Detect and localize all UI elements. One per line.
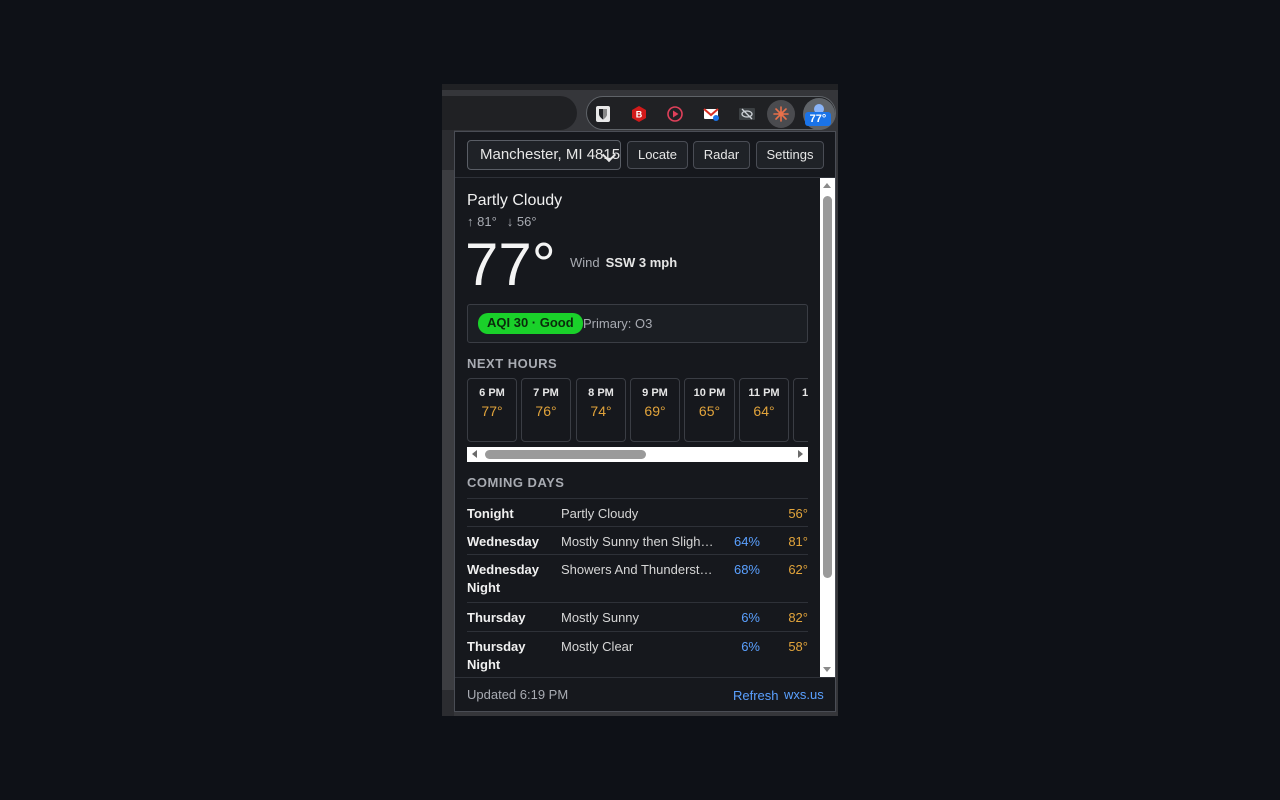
media-player-icon[interactable] xyxy=(661,100,689,128)
hourly-scrollbar[interactable] xyxy=(467,447,808,462)
forecast-row: Thursday Night Mostly Clear 6% 58° xyxy=(467,631,808,677)
location-select-value: Manchester, MI 48158 xyxy=(480,146,621,163)
hour-time: 7 PM xyxy=(533,387,559,399)
updated-time: Updated 6:19 PM xyxy=(467,687,569,702)
address-bar[interactable] xyxy=(442,96,577,130)
current-condition: Partly Cloudy xyxy=(467,192,563,209)
forecast-row: Thursday Mostly Sunny 6% 82° xyxy=(467,602,808,631)
hour-temp: 65° xyxy=(698,403,721,419)
settings-button[interactable]: Settings xyxy=(756,141,824,169)
forecast-temp: 58° xyxy=(788,639,808,654)
aqi-panel: AQI 30 · Good Primary: O3 xyxy=(467,304,808,343)
aqi-primary-pollutant: Primary: O3 xyxy=(583,316,653,331)
extensions-toolbar: B 77° xyxy=(586,96,836,130)
hour-temp: 62° xyxy=(794,403,808,419)
visibility-off-icon[interactable] xyxy=(733,100,761,128)
hour-time: 6 PM xyxy=(479,387,505,399)
forecast-day: Wednesday xyxy=(467,534,540,549)
forecast-temp: 81° xyxy=(788,534,808,549)
forecast-desc: Showers And Thunderstorms Likely xyxy=(561,562,717,577)
hour-card: 11 PM 64° xyxy=(739,378,789,442)
site-link[interactable]: wxs.us xyxy=(784,687,824,702)
hour-card: 7 PM 76° xyxy=(521,378,571,442)
coming-days-heading: COMING DAYS xyxy=(467,475,565,490)
hour-time: 9 PM xyxy=(642,387,668,399)
hourly-scroll-thumb[interactable] xyxy=(485,450,646,459)
forecast-row: Tonight Partly Cloudy 56° xyxy=(467,498,808,527)
forecast-desc: Partly Cloudy xyxy=(561,506,639,521)
refresh-link[interactable]: Refresh xyxy=(733,688,779,703)
radar-button[interactable]: Radar xyxy=(693,141,750,169)
hour-temp: 77° xyxy=(481,403,503,419)
forecast-day: Thursday xyxy=(467,610,526,625)
forecast-precip: 64% xyxy=(733,534,760,549)
hour-temp: 69° xyxy=(644,403,666,419)
forecast-day: Tonight xyxy=(467,506,514,521)
popup-scrollbar[interactable] xyxy=(820,178,835,677)
low-temp: ↓ 56° xyxy=(506,214,537,229)
forecast-desc: Mostly Sunny xyxy=(561,610,640,625)
page-content-edge xyxy=(442,170,454,690)
tab-strip xyxy=(442,84,838,90)
popup-footer: Updated 6:19 PM Refresh wxs.us xyxy=(455,677,835,711)
hour-temp: 64° xyxy=(753,403,775,419)
scroll-right-icon[interactable] xyxy=(798,450,803,458)
forecast-precip: 6% xyxy=(741,610,760,625)
high-temp: ↑ 81° xyxy=(467,214,497,229)
hour-time: 12 AM xyxy=(802,387,808,399)
svg-text:B: B xyxy=(636,110,643,120)
hour-card: 6 PM 77° xyxy=(467,378,517,442)
next-hours-heading: NEXT HOURS xyxy=(467,356,558,371)
popup-scroll-thumb[interactable] xyxy=(823,196,832,578)
hour-time: 8 PM xyxy=(588,387,614,399)
hour-time: 10 PM xyxy=(693,387,726,399)
hour-temp: 76° xyxy=(535,403,557,419)
forecast-row: Wednesday Mostly Sunny then Slight Chanc… xyxy=(467,526,808,555)
page-background xyxy=(442,130,454,716)
bitwarden-icon[interactable] xyxy=(589,100,617,128)
forecast-desc: Mostly Clear xyxy=(561,639,634,654)
forecast-desc: Mostly Sunny then Slight Chance Showers … xyxy=(561,534,717,549)
weather-popup: Manchester, MI 48158 Locate Radar Settin… xyxy=(454,131,836,712)
aqi-badge: AQI 30 · Good xyxy=(478,313,583,334)
scroll-up-icon[interactable] xyxy=(823,183,831,188)
forecast-temp: 62° xyxy=(788,562,808,577)
forecast-temp: 82° xyxy=(788,610,808,625)
hour-temp: 74° xyxy=(590,403,612,419)
gmail-checker-icon[interactable] xyxy=(697,100,725,128)
location-select[interactable]: Manchester, MI 48158 xyxy=(467,140,621,170)
hour-card: 9 PM 69° xyxy=(630,378,680,442)
hour-card: 8 PM 74° xyxy=(576,378,626,442)
weather-badge: 77° xyxy=(805,112,831,126)
forecast-day: Wednesday Night xyxy=(467,562,540,595)
hourly-forecast[interactable]: 6 PM 77° 7 PM 76° 8 PM 74° 9 PM 69° 10 P… xyxy=(467,378,808,444)
sun-burst-icon[interactable] xyxy=(767,100,795,128)
wind-label: Wind xyxy=(570,255,600,270)
weather-icon[interactable]: 77° xyxy=(803,98,835,130)
popup-header: Manchester, MI 48158 Locate Radar Settin… xyxy=(455,132,835,178)
hour-card: 12 AM 62° xyxy=(793,378,808,442)
forecast-row: Wednesday Night Showers And Thunderstorm… xyxy=(467,554,808,602)
hour-time: 11 PM xyxy=(748,387,780,399)
popup-content[interactable]: Partly Cloudy ↑ 81° ↓ 56° 77° Wind SSW 3 m… xyxy=(455,178,821,677)
current-temp: 77° xyxy=(465,231,556,298)
wind-info: Wind SSW 3 mph xyxy=(570,255,677,270)
high-low: ↑ 81° ↓ 56° xyxy=(467,214,547,229)
locate-button[interactable]: Locate xyxy=(627,141,688,169)
bitdefender-icon[interactable]: B xyxy=(625,100,653,128)
scroll-left-icon[interactable] xyxy=(472,450,477,458)
forecast-day: Thursday Night xyxy=(467,639,526,672)
forecast-temp: 56° xyxy=(788,506,808,521)
hour-card: 10 PM 65° xyxy=(684,378,735,442)
forecast-precip: 6% xyxy=(741,639,760,654)
wind-value: SSW 3 mph xyxy=(605,255,678,270)
forecast-precip: 68% xyxy=(733,562,760,577)
scroll-down-icon[interactable] xyxy=(823,667,831,672)
